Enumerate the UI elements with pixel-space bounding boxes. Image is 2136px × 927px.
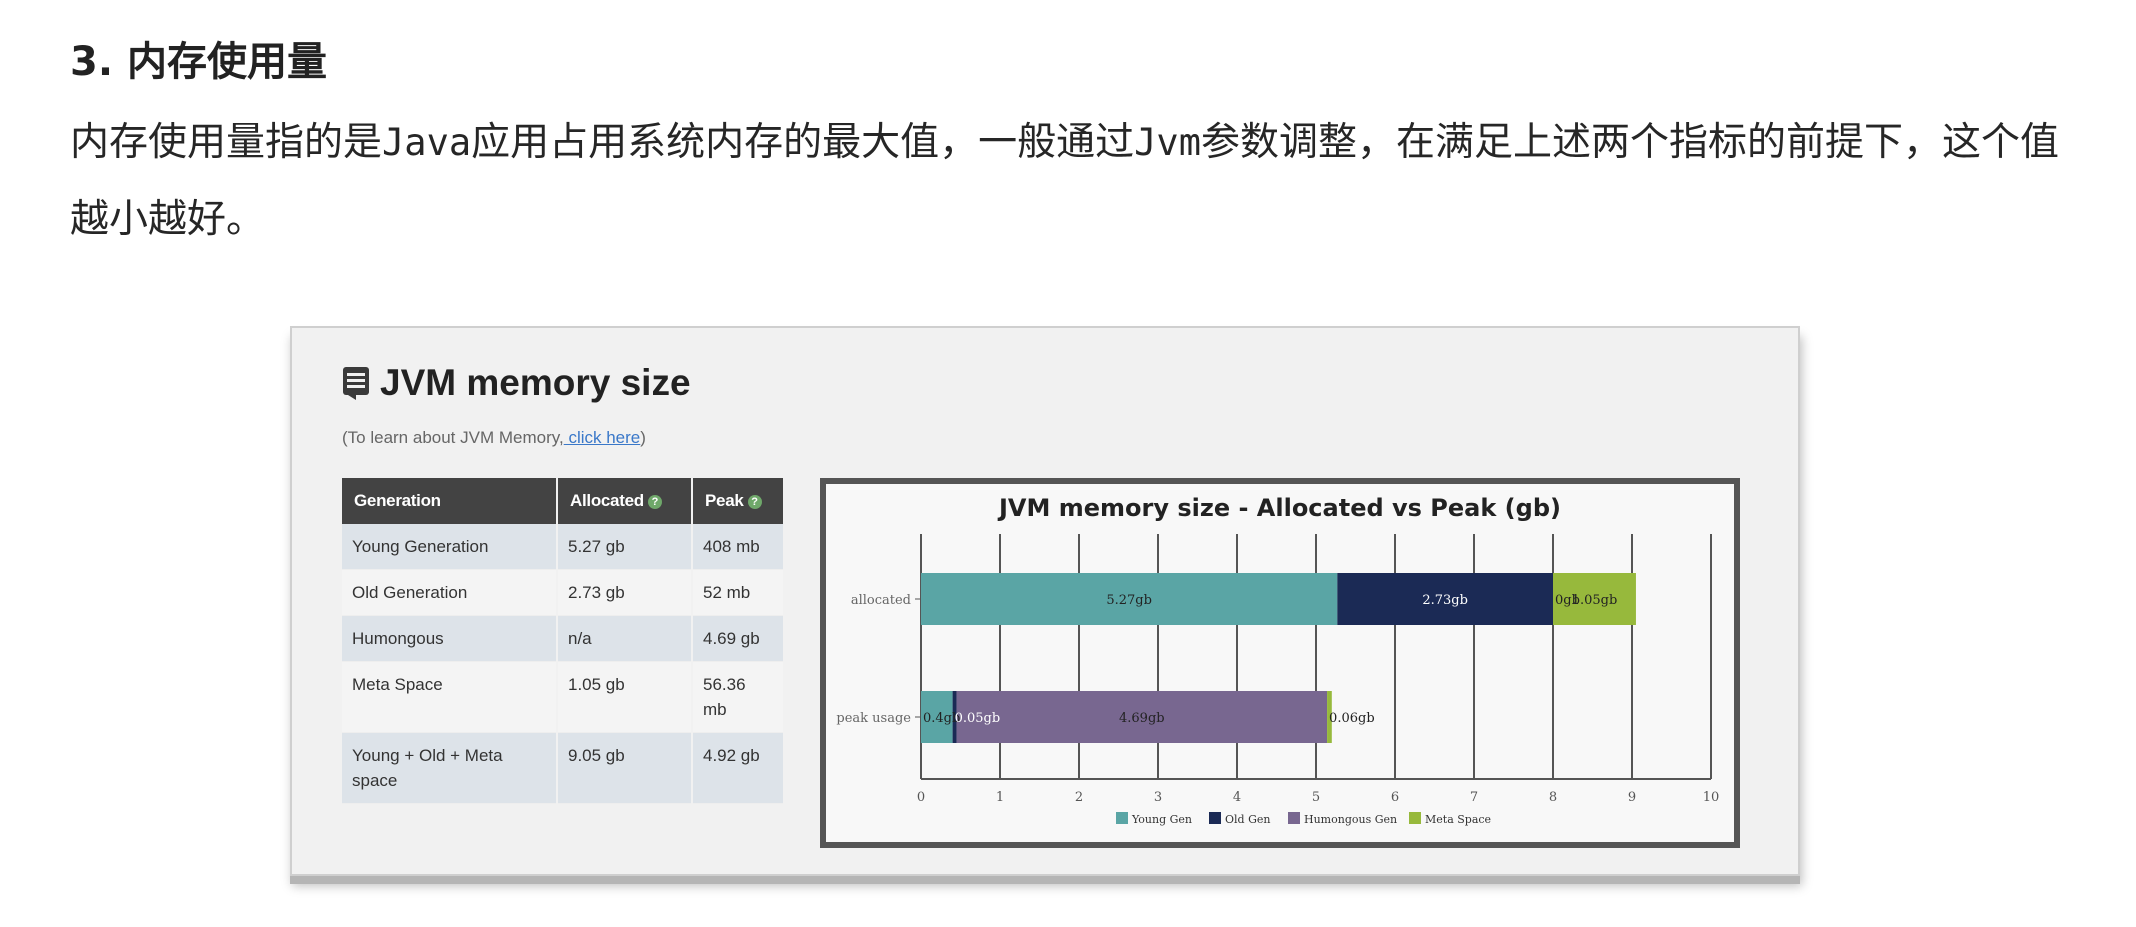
x-tick-label: 0 [917, 790, 925, 805]
header-label: Peak [705, 491, 744, 510]
subtitle-suffix: ) [640, 428, 646, 447]
table-row: Old Generation 2.73 gb 52 mb [342, 569, 783, 616]
cell-peak: 4.69 gb [692, 615, 783, 662]
category-label: peak usage [836, 711, 911, 726]
x-tick-label: 7 [1470, 790, 1478, 805]
legend-label: Old Gen [1225, 813, 1270, 826]
help-icon[interactable]: ? [647, 494, 662, 509]
x-tick-label: 9 [1628, 790, 1636, 805]
chart-title: JVM memory size - Allocated vs Peak (gb) [997, 494, 1561, 522]
paragraph-code-java: Java [382, 121, 472, 164]
data-label: 0.05gb [955, 711, 1001, 726]
cell-generation: Young + Old + Meta space [342, 732, 558, 804]
x-tick-label: 6 [1391, 790, 1399, 805]
data-label: 0.06gb [1329, 711, 1375, 726]
card-title: JVM memory size [342, 358, 691, 408]
table-row: Young Generation 5.27 gb 408 mb [342, 524, 783, 570]
cell-generation: Old Generation [342, 569, 558, 616]
cell-allocated: n/a [557, 615, 693, 662]
generation-table: Generation Allocated? Peak? Young Genera… [342, 478, 783, 804]
cell-peak: 56.36 mb [692, 661, 783, 733]
cell-peak: 52 mb [692, 569, 783, 616]
learn-more-link[interactable]: click here [564, 428, 640, 447]
cell-generation: Meta Space [342, 661, 558, 733]
paragraph-text: 应用占用系统内存的最大值，一般通过 [471, 120, 1135, 165]
x-tick-label: 3 [1154, 790, 1162, 805]
col-header-allocated: Allocated? [557, 478, 693, 524]
col-header-generation: Generation [342, 478, 558, 524]
cell-generation: Humongous [342, 615, 558, 662]
cell-peak: 408 mb [692, 524, 783, 570]
legend-label: Young Gen [1131, 813, 1192, 826]
paragraph-code-jvm: Jvm [1134, 121, 1201, 164]
x-tick-label: 5 [1312, 790, 1320, 805]
x-tick-label: 4 [1233, 790, 1241, 805]
x-tick-label: 8 [1549, 790, 1557, 805]
document-icon [343, 367, 369, 400]
data-label: 1.05gb [1572, 593, 1618, 608]
header-label: Generation [354, 491, 441, 510]
memory-chart: JVM memory size - Allocated vs Peak (gb)… [820, 478, 1740, 848]
data-label: 2.73gb [1422, 593, 1468, 608]
body-paragraph: 内存使用量指的是Java应用占用系统内存的最大值，一般通过Jvm参数调整，在满足… [70, 104, 2090, 258]
card-title-text: JVM memory size [380, 362, 691, 403]
x-tick-label: 1 [996, 790, 1004, 805]
data-label: 4.69gb [1119, 711, 1165, 726]
legend-swatch [1209, 812, 1221, 824]
x-tick-label: 2 [1075, 790, 1083, 805]
cell-peak: 4.92 gb [692, 732, 783, 804]
cell-allocated: 1.05 gb [557, 661, 693, 733]
header-label: Allocated [570, 491, 644, 510]
jvm-memory-card: JVM memory size (To learn about JVM Memo… [290, 326, 1800, 876]
section-heading: 3. 内存使用量 [70, 39, 327, 85]
table-row: Humongous n/a 4.69 gb [342, 615, 783, 662]
legend-swatch [1116, 812, 1128, 824]
memory-chart-svg: JVM memory size - Allocated vs Peak (gb)… [836, 494, 1720, 826]
legend-label: Humongous Gen [1304, 813, 1397, 826]
legend-swatch [1409, 812, 1421, 824]
category-label: allocated [851, 593, 911, 608]
data-label: 5.27gb [1106, 593, 1152, 608]
col-header-peak: Peak? [692, 478, 783, 524]
table-row: Young + Old + Meta space 9.05 gb 4.92 gb [342, 732, 783, 804]
help-icon[interactable]: ? [747, 494, 762, 509]
paragraph-text: 内存使用量指的是 [70, 120, 383, 165]
table-header-row: Generation Allocated? Peak? [342, 478, 783, 524]
cell-allocated: 5.27 gb [557, 524, 693, 570]
cell-generation: Young Generation [342, 524, 558, 570]
cell-allocated: 9.05 gb [557, 732, 693, 804]
card-subtitle: (To learn about JVM Memory, click here) [342, 428, 646, 448]
x-tick-label: 10 [1703, 790, 1720, 805]
cell-allocated: 2.73 gb [557, 569, 693, 616]
legend-label: Meta Space [1425, 813, 1491, 826]
legend-swatch [1288, 812, 1300, 824]
subtitle-prefix: (To learn about JVM Memory, [342, 428, 564, 447]
table-row: Meta Space 1.05 gb 56.36 mb [342, 661, 783, 733]
